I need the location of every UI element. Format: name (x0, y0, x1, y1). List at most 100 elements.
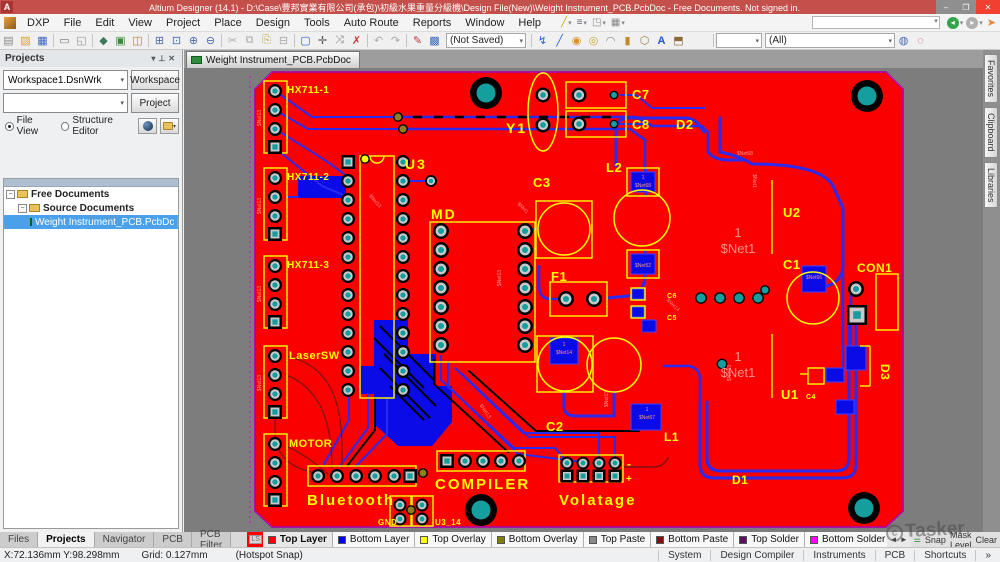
layer-color-icon[interactable]: ⚌ (914, 535, 921, 544)
menu-dxp[interactable]: DXP (20, 17, 57, 29)
filter-select[interactable]: (All) (765, 33, 895, 48)
navigation-address-box[interactable] (811, 16, 940, 29)
nav-forward-icon[interactable]: ▸ (966, 16, 979, 29)
status-menu-instruments[interactable]: Instruments (803, 549, 874, 561)
project-select[interactable] (3, 93, 128, 113)
place-string-icon[interactable]: A (653, 33, 670, 48)
place-track-icon[interactable]: ╱ (551, 33, 568, 48)
place-fill-icon[interactable]: ▮ (619, 33, 636, 48)
grid-icon[interactable]: ▦ (611, 17, 620, 28)
save-icon[interactable]: ▦ (34, 33, 51, 48)
cross-probe-icon[interactable]: ➤ (987, 16, 996, 29)
collapse-icon[interactable]: − (18, 203, 27, 213)
open-icon[interactable]: ▨ (17, 33, 34, 48)
tree-item-source-documents[interactable]: − Source Documents (4, 201, 178, 215)
status-menu-system[interactable]: System (658, 549, 710, 561)
project-button[interactable]: Project (131, 93, 179, 113)
line-style-icon[interactable]: ╱ (561, 17, 567, 28)
menu-design[interactable]: Design (249, 17, 297, 29)
menu-tools[interactable]: Tools (297, 17, 337, 29)
print-preview-icon[interactable]: ◱ (73, 33, 90, 48)
filter-clear-icon[interactable]: ◌ (912, 33, 929, 48)
layer-sets-button[interactable]: LS (249, 535, 262, 544)
view-board-icon[interactable]: ▣ (112, 33, 129, 48)
close-button[interactable]: ✕ (976, 0, 1000, 14)
minimize-button[interactable]: – (936, 0, 956, 14)
menu-view[interactable]: View (121, 17, 159, 29)
find-icon[interactable]: ◳ (592, 17, 601, 28)
panel-close-icon[interactable]: ✕ (168, 54, 178, 63)
layer-tab-bottom-paste[interactable]: Bottom Paste (651, 532, 735, 547)
current-layer-swatch[interactable]: LS (247, 532, 263, 547)
redo-icon[interactable]: ↷ (387, 33, 404, 48)
panel-tab-projects[interactable]: Projects (38, 532, 95, 547)
filter-apply-icon[interactable]: ◍ (895, 33, 912, 48)
panel-pin-icon[interactable]: ⊥ (158, 54, 168, 63)
bitmap-icon[interactable]: ▩ (426, 33, 443, 48)
view-area-icon[interactable]: ◫ (129, 33, 146, 48)
status-menu--[interactable]: » (975, 549, 1000, 561)
interactive-routing-icon[interactable]: ↯ (534, 33, 551, 48)
layer-tab-top-overlay[interactable]: Top Overlay (415, 532, 492, 547)
tree-item-free-documents[interactable]: − Free Documents (4, 187, 178, 201)
layer-tab-top-layer[interactable]: Top Layer (262, 532, 333, 547)
pcb-board[interactable]: HX711-1 HX711-2 HX711-3 LaserSW MOTOR U3 MD Y1 C… (184, 68, 983, 532)
side-tab-clipboard[interactable]: Clipboard (984, 107, 998, 158)
line-draw-icon[interactable]: ✎ (409, 33, 426, 48)
side-tab-favorites[interactable]: Favorites (984, 54, 998, 104)
status-menu-pcb[interactable]: PCB (874, 549, 915, 561)
menu-window[interactable]: Window (458, 17, 511, 29)
new-document-icon[interactable]: ▤ (0, 33, 17, 48)
status-menu-shortcuts[interactable]: Shortcuts (914, 549, 975, 561)
nav-back-icon[interactable]: ◂ (946, 16, 959, 29)
zoom-select-icon[interactable]: ⊡ (168, 33, 185, 48)
status-menu-design-compiler[interactable]: Design Compiler (710, 549, 803, 561)
menu-help[interactable]: Help (511, 17, 548, 29)
layer-tab-top-paste[interactable]: Top Paste (583, 532, 652, 547)
collapse-icon[interactable]: − (6, 189, 15, 199)
variant-select[interactable]: (Not Saved) (446, 33, 526, 48)
maximize-button[interactable]: ❐ (956, 0, 976, 14)
menu-auto-route[interactable]: Auto Route (337, 17, 406, 29)
zoom-window-icon[interactable]: ⊞ (151, 33, 168, 48)
clear-filter-icon[interactable]: ✗ (348, 33, 365, 48)
print-icon[interactable]: ▭ (56, 33, 73, 48)
file-view-radio[interactable] (5, 121, 14, 131)
layer-scroll-right-icon[interactable]: ► (900, 535, 908, 544)
open-folder-button[interactable]: ▾ (160, 118, 179, 134)
pcb-canvas[interactable]: HX711-1 HX711-2 HX711-3 LaserSW MOTOR U3 MD Y1 C… (184, 68, 983, 532)
align-icon[interactable]: ≡ (577, 17, 583, 28)
offset-icon[interactable]: ⤨ (331, 33, 348, 48)
place-arc-icon[interactable]: ◠ (602, 33, 619, 48)
menu-file[interactable]: File (57, 17, 89, 29)
validate-button[interactable] (138, 118, 157, 134)
place-pad-icon[interactable]: ◉ (568, 33, 585, 48)
select-area-icon[interactable]: ▢ (297, 33, 314, 48)
workspace-select[interactable]: Workspace1.DsnWrk (3, 70, 128, 90)
paste-icon[interactable]: ⎘ (258, 33, 275, 48)
clear-button[interactable]: Clear (975, 535, 997, 545)
mask-level-select[interactable] (716, 33, 762, 48)
panel-tab-navigator[interactable]: Navigator (94, 532, 155, 547)
place-via-icon[interactable]: ◎ (585, 33, 602, 48)
menu-edit[interactable]: Edit (88, 17, 121, 29)
move-icon[interactable]: ✛ (314, 33, 331, 48)
panel-tab-pcb[interactable]: PCB (154, 532, 192, 547)
tab-pcbdoc[interactable]: Weight Instrument_PCB.PcbDoc (186, 51, 360, 68)
menu-reports[interactable]: Reports (406, 17, 459, 29)
menu-place[interactable]: Place (207, 17, 249, 29)
layer-scroll-left-icon[interactable]: ◄ (890, 535, 898, 544)
layer-tab-bottom-solder[interactable]: Bottom Solder (805, 532, 887, 547)
place-component-icon[interactable]: ⬒ (670, 33, 687, 48)
layer-tab-bottom-overlay[interactable]: Bottom Overlay (491, 532, 584, 547)
view-fit-icon[interactable]: ◆ (95, 33, 112, 48)
layer-tab-top-solder[interactable]: Top Solder (734, 532, 806, 547)
panel-tab-files[interactable]: Files (0, 532, 39, 547)
structure-editor-radio[interactable] (60, 121, 70, 131)
side-tab-libraries[interactable]: Libraries (984, 161, 998, 209)
menu-project[interactable]: Project (159, 17, 207, 29)
tree-item-pcbdoc[interactable]: Weight Instrument_PCB.PcbDc (4, 215, 180, 229)
workspace-button[interactable]: Workspace (130, 70, 180, 90)
zoom-out-icon[interactable]: ⊖ (202, 33, 219, 48)
cut-icon[interactable]: ✂ (224, 33, 241, 48)
